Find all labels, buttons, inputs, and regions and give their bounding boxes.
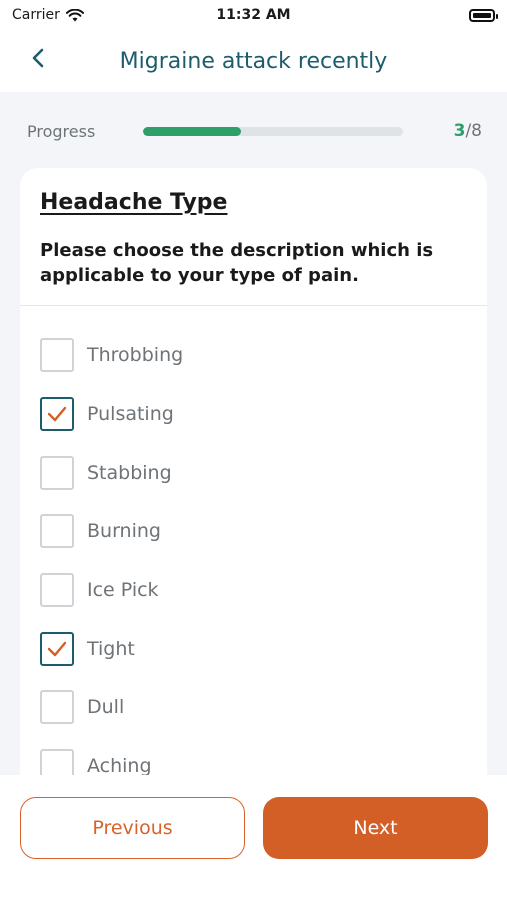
status-bar: Carrier 11:32 AM bbox=[0, 0, 507, 30]
option-label: Pulsating bbox=[87, 403, 174, 426]
status-time: 11:32 AM bbox=[216, 7, 291, 23]
option-label: Tight bbox=[87, 637, 135, 660]
option-label: Stabbing bbox=[87, 461, 172, 484]
progress-current: 3 bbox=[453, 121, 466, 141]
checkbox[interactable] bbox=[40, 514, 74, 549]
chevron-left-icon bbox=[32, 48, 44, 68]
footer: Previous Next bbox=[0, 775, 507, 900]
option-label: Ice Pick bbox=[87, 579, 159, 602]
option-item[interactable]: Dull bbox=[40, 678, 470, 737]
status-left: Carrier bbox=[12, 7, 84, 23]
option-label: Throbbing bbox=[87, 344, 184, 367]
option-label: Aching bbox=[87, 755, 152, 778]
option-item[interactable]: Stabbing bbox=[40, 443, 470, 502]
wifi-icon bbox=[65, 8, 84, 21]
option-item[interactable]: Tight bbox=[40, 619, 470, 678]
progress-row: Progress 3/8 bbox=[27, 120, 482, 142]
options-list: Throbbing Pulsating Stabbing Burning Ice Pic… bbox=[40, 326, 470, 788]
checkbox[interactable] bbox=[40, 573, 74, 608]
progress-label: Progress bbox=[27, 121, 96, 141]
checkmark-icon bbox=[47, 641, 67, 656]
option-label: Dull bbox=[87, 696, 125, 719]
question-card: Headache Type Please choose the descript… bbox=[20, 168, 487, 788]
checkbox[interactable] bbox=[40, 631, 74, 666]
checkbox[interactable] bbox=[40, 397, 74, 432]
previous-button[interactable]: Previous bbox=[20, 797, 245, 859]
progress-total: /8 bbox=[465, 121, 482, 141]
next-button[interactable]: Next bbox=[263, 797, 488, 859]
card-question: Please choose the description which is a… bbox=[40, 240, 434, 286]
carrier-label: Carrier bbox=[12, 7, 60, 23]
battery-icon bbox=[469, 8, 498, 22]
progress-track bbox=[143, 126, 403, 136]
checkbox[interactable] bbox=[40, 455, 74, 490]
checkmark-icon bbox=[47, 406, 67, 422]
progress-count: 3/8 bbox=[454, 121, 482, 141]
content-area: Progress 3/8 Headache Type Please choose… bbox=[0, 92, 507, 788]
option-item[interactable]: Pulsating bbox=[40, 385, 470, 444]
option-item[interactable]: Burning bbox=[40, 502, 470, 561]
back-button[interactable] bbox=[24, 44, 52, 72]
checkbox[interactable] bbox=[40, 338, 74, 373]
option-label: Burning bbox=[87, 520, 161, 543]
page-title: Migraine attack recently bbox=[119, 48, 388, 74]
option-item[interactable]: Ice Pick bbox=[40, 561, 470, 620]
option-item[interactable]: Throbbing bbox=[40, 326, 470, 385]
progress-fill bbox=[143, 126, 241, 136]
card-title: Headache Type bbox=[40, 190, 228, 215]
header: Migraine attack recently bbox=[0, 30, 507, 92]
checkbox[interactable] bbox=[40, 690, 74, 725]
divider bbox=[20, 305, 487, 306]
